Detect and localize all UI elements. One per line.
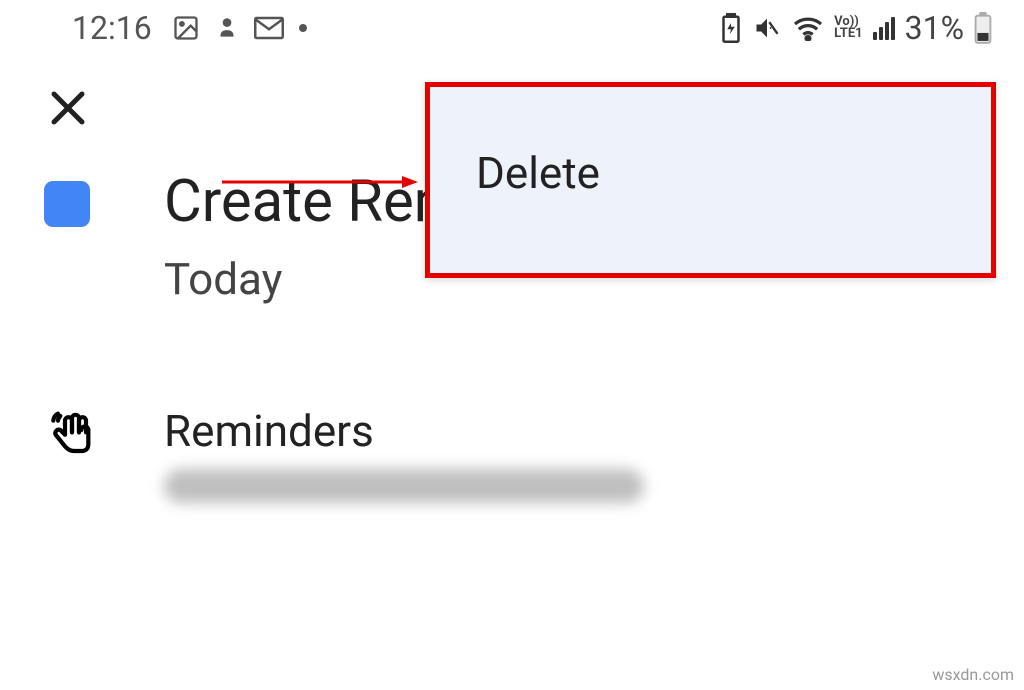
reminders-section: Reminders: [0, 305, 1024, 503]
gmail-icon: [254, 16, 284, 40]
close-icon[interactable]: [44, 84, 92, 141]
watermark: wsxdn.com: [932, 665, 1014, 684]
dot-icon: [298, 23, 308, 33]
blurred-email: [164, 469, 644, 503]
battery-saver-icon: [720, 13, 742, 43]
person-icon: [214, 15, 240, 41]
arrow-annotation: [222, 172, 422, 196]
section-text-column: Reminders: [164, 405, 644, 503]
status-bar-left: 12:16: [72, 9, 308, 47]
reminder-hand-icon: [44, 409, 100, 465]
battery-percent: 31%: [905, 9, 964, 47]
status-time: 12:16: [72, 9, 152, 47]
volte-indicator: Vo)) LTE1: [834, 16, 862, 39]
volte-line2: LTE1: [834, 28, 862, 40]
image-icon: [172, 14, 200, 42]
status-bar: 12:16 Vo)) LTE1: [0, 0, 1024, 56]
reminder-color-square: [44, 181, 90, 227]
signal-bars-icon: [873, 17, 895, 40]
status-bar-right: Vo)) LTE1 31%: [720, 9, 992, 47]
section-label: Reminders: [164, 405, 644, 457]
mute-icon: [752, 14, 782, 42]
battery-icon: [974, 12, 992, 44]
wifi-icon: [792, 15, 824, 41]
menu-popup: Delete: [425, 82, 996, 278]
delete-menu-item[interactable]: Delete: [476, 147, 991, 199]
